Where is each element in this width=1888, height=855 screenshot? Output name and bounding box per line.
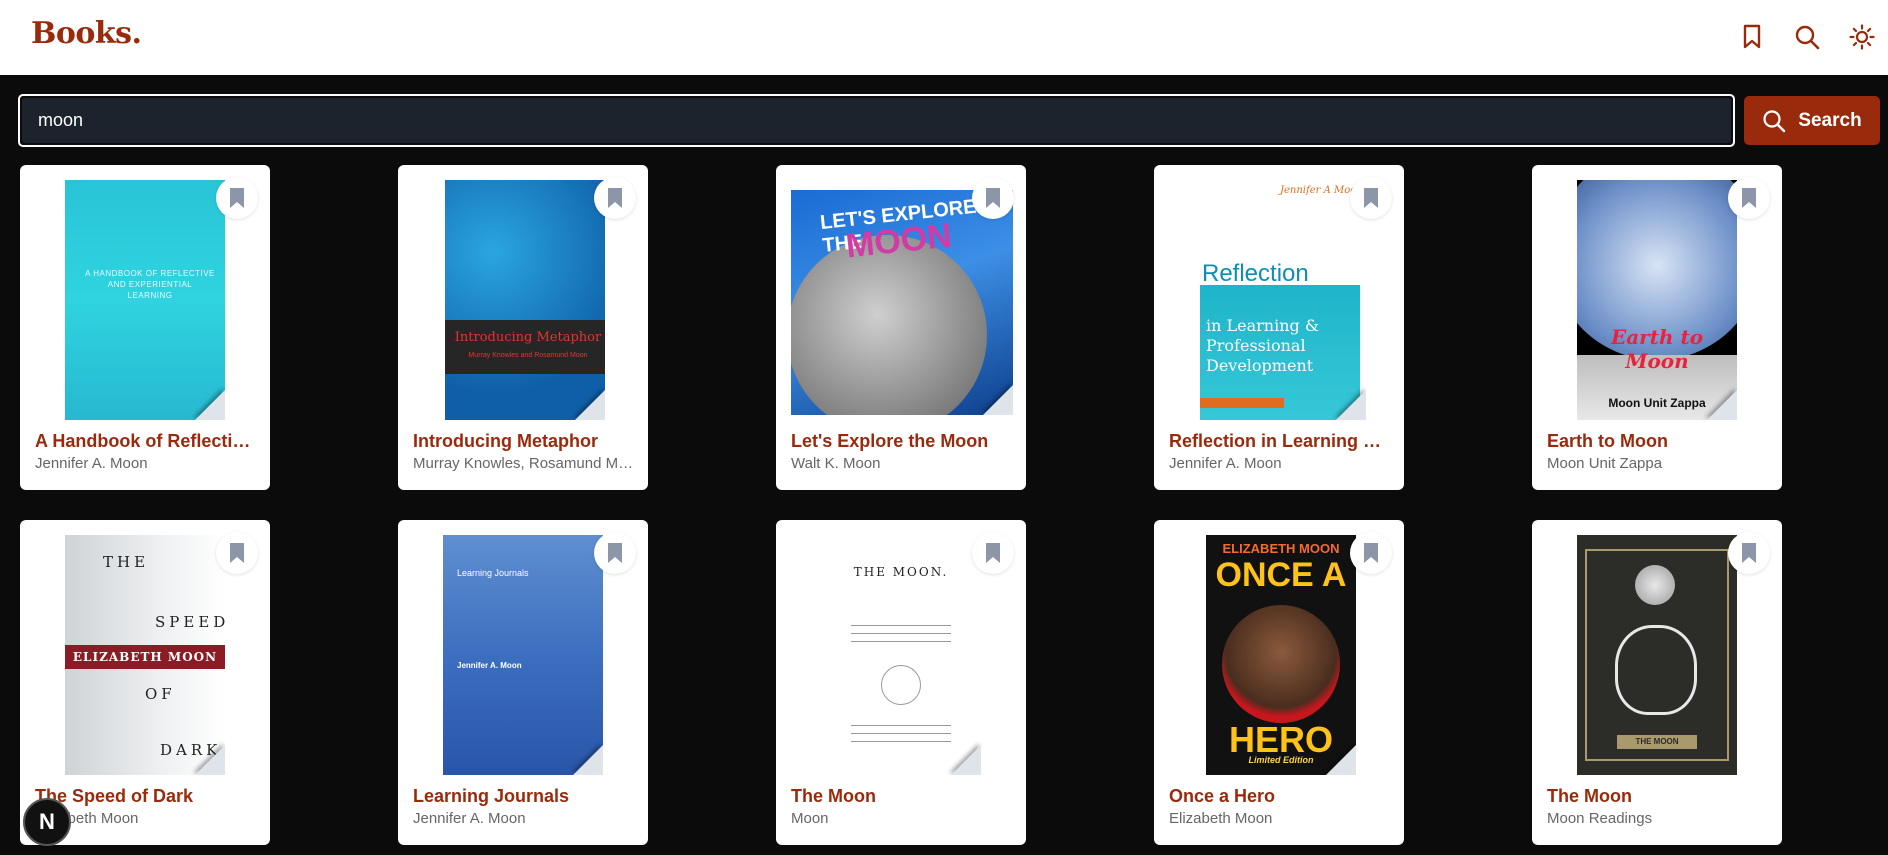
bookmark-icon	[608, 188, 622, 208]
bookmark-toggle[interactable]	[1728, 532, 1770, 574]
bookmark-icon	[608, 543, 622, 563]
book-title[interactable]: Once a Hero	[1169, 786, 1391, 807]
header-search-button[interactable]	[1790, 20, 1824, 54]
app-logo[interactable]: Books.	[31, 16, 142, 51]
book-author: Murray Knowles, Rosamund Moon	[413, 455, 635, 472]
bookmark-toggle[interactable]	[1350, 177, 1392, 219]
book-title[interactable]: Introducing Metaphor	[413, 431, 635, 452]
bookmark-icon	[230, 188, 244, 208]
book-title[interactable]: Learning Journals	[413, 786, 635, 807]
book-card[interactable]: THE MOON. The Moon Moon	[776, 520, 1026, 845]
book-cover: Learning Journals Jennifer A. Moon	[443, 535, 603, 775]
top-header: Books.	[0, 0, 1888, 75]
bookmark-icon	[1742, 543, 1756, 563]
book-author: Jennifer A. Moon	[35, 455, 148, 472]
book-card[interactable]: LET'S EXPLORE THE MOON Let's Explore the…	[776, 165, 1026, 490]
book-card[interactable]: THE MOON The Moon Moon Readings	[1532, 520, 1782, 845]
book-author: Elizabeth Moon	[1169, 810, 1273, 827]
book-title[interactable]: Earth to Moon	[1547, 431, 1769, 452]
bookmark-icon	[1743, 24, 1761, 49]
search-button-label: Search	[1798, 109, 1862, 131]
book-cover: A HANDBOOK OF REFLECTIVE AND EXPERIENTIA…	[65, 180, 225, 420]
bookmark-icon	[1742, 188, 1756, 208]
book-cover: LET'S EXPLORE THE MOON	[791, 190, 1013, 415]
book-title[interactable]: The Moon	[791, 786, 1013, 807]
book-cover: THE SPEED ELIZABETH MOON OF DARK	[65, 535, 225, 775]
bookmark-toggle[interactable]	[216, 177, 258, 219]
bookmark-icon	[1364, 543, 1378, 563]
search-button[interactable]: Search	[1744, 96, 1880, 145]
book-card[interactable]: A HANDBOOK OF REFLECTIVE AND EXPERIENTIA…	[20, 165, 270, 490]
book-cover: Introducing Metaphor Murray Knowles and …	[445, 180, 605, 420]
bookmark-toggle[interactable]	[594, 177, 636, 219]
book-author: Moon	[791, 810, 829, 827]
bookmark-toggle[interactable]	[1728, 177, 1770, 219]
book-author: Jennifer A. Moon	[1169, 455, 1282, 472]
search-icon	[1795, 25, 1820, 50]
sun-icon	[1849, 24, 1875, 50]
book-card[interactable]: Earth to Moon Moon Unit Zappa Earth to M…	[1532, 165, 1782, 490]
book-title[interactable]: Reflection in Learning and Professional …	[1169, 431, 1391, 452]
book-cover: Jennifer A Moon Reflection in Learning &…	[1194, 180, 1366, 420]
search-field-wrapper	[18, 94, 1735, 147]
book-title[interactable]: A Handbook of Reflective and Experientia…	[35, 431, 257, 452]
badge-label: N	[39, 809, 55, 834]
book-cover: THE MOON	[1577, 535, 1737, 775]
bookmark-toggle[interactable]	[972, 177, 1014, 219]
book-title[interactable]: The Speed of Dark	[35, 786, 257, 807]
book-cover: Earth to Moon Moon Unit Zappa	[1577, 180, 1737, 420]
book-card[interactable]: Learning Journals Jennifer A. Moon Learn…	[398, 520, 648, 845]
bookmark-icon	[986, 188, 1000, 208]
bookmarks-button[interactable]	[1735, 20, 1769, 54]
book-cover: THE MOON.	[821, 535, 981, 775]
book-card[interactable]: ELIZABETH MOON ONCE A HERO Limited Editi…	[1154, 520, 1404, 845]
book-author: Jennifer A. Moon	[413, 810, 526, 827]
bookmark-icon	[230, 543, 244, 563]
book-author: Walt K. Moon	[791, 455, 881, 472]
book-title[interactable]: Let's Explore the Moon	[791, 431, 1013, 452]
bookmark-toggle[interactable]	[1350, 532, 1392, 574]
book-card[interactable]: THE SPEED ELIZABETH MOON OF DARK The Spe…	[20, 520, 270, 845]
bookmark-icon	[1364, 188, 1378, 208]
search-input[interactable]	[22, 98, 1731, 143]
book-card[interactable]: Jennifer A Moon Reflection in Learning &…	[1154, 165, 1404, 490]
bookmark-icon	[986, 543, 1000, 563]
dev-tools-badge[interactable]: N	[23, 798, 71, 846]
bookmark-toggle[interactable]	[216, 532, 258, 574]
theme-toggle-button[interactable]	[1845, 20, 1879, 54]
book-author: Moon Readings	[1547, 810, 1653, 827]
book-author: Moon Unit Zappa	[1547, 455, 1663, 472]
bookmark-toggle[interactable]	[594, 532, 636, 574]
book-card[interactable]: Introducing Metaphor Murray Knowles and …	[398, 165, 648, 490]
book-cover: ELIZABETH MOON ONCE A HERO Limited Editi…	[1206, 535, 1356, 775]
search-icon	[1763, 109, 1786, 132]
book-title[interactable]: The Moon	[1547, 786, 1769, 807]
bookmark-toggle[interactable]	[972, 532, 1014, 574]
